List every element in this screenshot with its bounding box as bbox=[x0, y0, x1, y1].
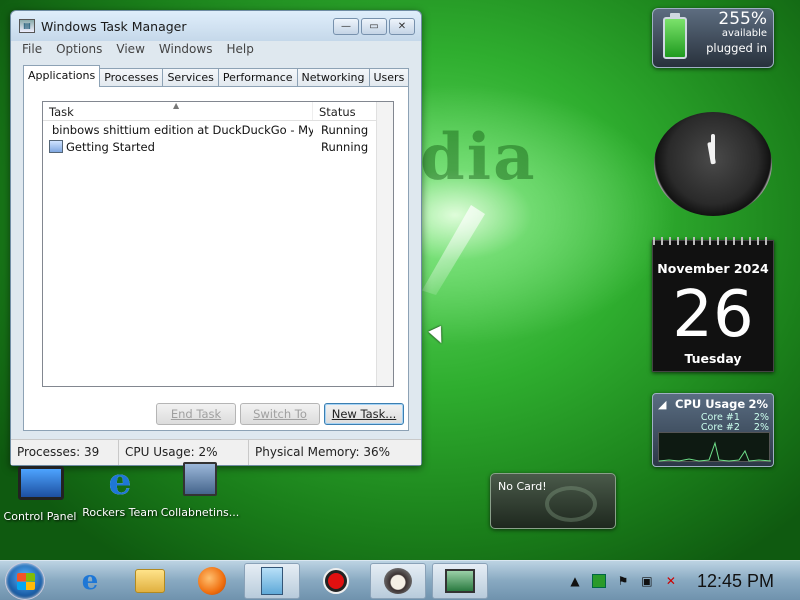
tab-services[interactable]: Services bbox=[162, 68, 219, 87]
sort-arrow-icon: ▲ bbox=[173, 101, 180, 110]
taskbar-task-manager[interactable] bbox=[432, 563, 488, 599]
cpu-meter-total: 2% bbox=[748, 397, 768, 411]
new-task-button[interactable]: New Task... bbox=[324, 403, 404, 425]
monitor-icon bbox=[18, 466, 64, 506]
cpu-history-graph bbox=[658, 432, 772, 462]
desktop-icon-rockers-team[interactable]: e Rockers Team bbox=[80, 462, 160, 519]
table-row[interactable]: Getting Started Running bbox=[43, 138, 393, 155]
cpu-meter-icon: ◢ bbox=[658, 398, 667, 411]
desktop-icon-label: Control Panel bbox=[3, 510, 77, 523]
end-task-button[interactable]: End Task bbox=[156, 403, 236, 425]
internet-explorer-icon: e bbox=[81, 566, 99, 596]
video-card-gadget[interactable]: No Card! bbox=[490, 473, 616, 529]
media-player-icon bbox=[198, 567, 226, 595]
minimize-button[interactable]: — bbox=[333, 17, 359, 35]
taskbar-media-player[interactable] bbox=[184, 563, 240, 599]
desktop-icon-label: Rockers Team bbox=[82, 506, 158, 519]
column-status-label: Status bbox=[319, 105, 356, 119]
explorer-folder-icon bbox=[135, 569, 165, 593]
taskbar-mypal-browser[interactable] bbox=[370, 563, 426, 599]
windows-logo-icon bbox=[17, 573, 35, 590]
nvidia-eye-icon bbox=[545, 486, 597, 522]
calendar-gadget[interactable]: November 2024 26 Tuesday bbox=[652, 237, 774, 372]
calendar-binding bbox=[653, 237, 773, 245]
taskbar: e ▲ ⚑ ▣ ✕ 12:45 PM bbox=[0, 560, 800, 600]
tab-strip: Applications Processes Services Performa… bbox=[23, 65, 410, 87]
record-icon bbox=[323, 568, 349, 594]
status-physical-memory: Physical Memory: 36% bbox=[255, 445, 391, 459]
task-manager-icon: ▤ bbox=[19, 19, 35, 33]
window-titlebar[interactable]: ▤ Windows Task Manager — ▭ ✕ bbox=[11, 11, 421, 41]
show-hidden-icons-chevron-icon[interactable]: ▲ bbox=[568, 574, 582, 588]
applications-panel: ▲ Task Status binbows shittium edition a… bbox=[23, 86, 409, 431]
tab-performance[interactable]: Performance bbox=[217, 68, 298, 87]
desktop-icon-collabnetins[interactable]: Collabnetins... bbox=[160, 462, 240, 519]
cpu-graph-svg bbox=[658, 441, 772, 462]
task-manager-window[interactable]: ▤ Windows Task Manager — ▭ ✕ File Option… bbox=[10, 10, 422, 466]
menu-view[interactable]: View bbox=[109, 41, 151, 59]
desktop-icon-control-panel[interactable]: Control Panel bbox=[0, 462, 80, 523]
table-row[interactable]: binbows shittium edition at DuckDuckGo -… bbox=[43, 121, 393, 138]
tab-networking[interactable]: Networking bbox=[296, 68, 370, 87]
battery-state: plugged in bbox=[706, 41, 767, 55]
network-computer-icon bbox=[178, 462, 222, 502]
network-computer-icon bbox=[445, 569, 475, 593]
menu-options[interactable]: Options bbox=[49, 41, 109, 59]
list-scrollbar[interactable] bbox=[376, 102, 393, 386]
taskbar-getting-started[interactable] bbox=[244, 563, 300, 599]
cpu-meter-gadget[interactable]: ◢ CPU Usage 2% Core #1 2% Core #2 2% bbox=[652, 393, 774, 467]
green-status-icon[interactable] bbox=[591, 574, 606, 588]
task-list[interactable]: ▲ Task Status binbows shittium edition a… bbox=[42, 101, 394, 387]
wallpaper-logo-text: dia bbox=[420, 120, 537, 195]
calendar-month: November 2024 bbox=[657, 261, 769, 276]
internet-explorer-icon: e bbox=[108, 461, 132, 503]
calendar-weekday: Tuesday bbox=[684, 351, 742, 366]
menu-windows[interactable]: Windows bbox=[152, 41, 220, 59]
menu-bar: File Options View Windows Help bbox=[11, 41, 421, 59]
wallpaper-light-beam bbox=[422, 205, 485, 295]
taskbar-internet-explorer[interactable]: e bbox=[62, 563, 118, 599]
close-button[interactable]: ✕ bbox=[389, 17, 415, 35]
window-title: Windows Task Manager bbox=[41, 18, 187, 34]
getting-started-icon bbox=[49, 140, 63, 153]
tab-processes[interactable]: Processes bbox=[99, 68, 164, 87]
system-tray: ▲ ⚑ ▣ ✕ 12:45 PM bbox=[563, 561, 800, 600]
taskbar-explorer[interactable] bbox=[122, 563, 178, 599]
network-icon[interactable]: ▣ bbox=[640, 574, 654, 588]
menu-file[interactable]: File bbox=[15, 41, 49, 59]
tab-users[interactable]: Users bbox=[368, 68, 410, 87]
battery-icon bbox=[663, 17, 687, 59]
clock-gadget[interactable] bbox=[652, 112, 774, 216]
menu-help[interactable]: Help bbox=[219, 41, 260, 59]
raccoon-browser-icon bbox=[384, 568, 412, 594]
task-name: Getting Started bbox=[66, 139, 155, 154]
calendar-day: 26 bbox=[672, 278, 754, 352]
switch-to-button[interactable]: Switch To bbox=[240, 403, 320, 425]
cpu-meter-title: CPU Usage bbox=[675, 397, 746, 411]
video-card-status: No Card! bbox=[498, 480, 547, 493]
start-button[interactable] bbox=[5, 562, 45, 600]
column-task-label: Task bbox=[49, 105, 74, 119]
tab-applications[interactable]: Applications bbox=[23, 65, 101, 87]
mouse-cursor-icon bbox=[428, 325, 448, 347]
column-header-task[interactable]: ▲ Task bbox=[43, 101, 313, 120]
desktop-icon-label: Collabnetins... bbox=[160, 506, 240, 519]
taskbar-recorder[interactable] bbox=[308, 563, 364, 599]
action-center-flag-icon[interactable]: ⚑ bbox=[616, 574, 630, 588]
task-name: binbows shittium edition at DuckDuckGo -… bbox=[52, 122, 313, 137]
battery-gadget[interactable]: 255% available plugged in bbox=[652, 8, 774, 68]
task-manager-icon bbox=[261, 567, 283, 595]
battery-percent: 255% bbox=[718, 9, 767, 29]
maximize-button[interactable]: ▭ bbox=[361, 17, 387, 35]
task-list-header: ▲ Task Status bbox=[43, 101, 393, 121]
volume-muted-icon[interactable]: ✕ bbox=[664, 574, 678, 588]
battery-available-label: available bbox=[721, 28, 767, 39]
cpu-graph-line bbox=[658, 441, 772, 462]
clock-time[interactable]: 12:45 PM bbox=[697, 571, 774, 592]
